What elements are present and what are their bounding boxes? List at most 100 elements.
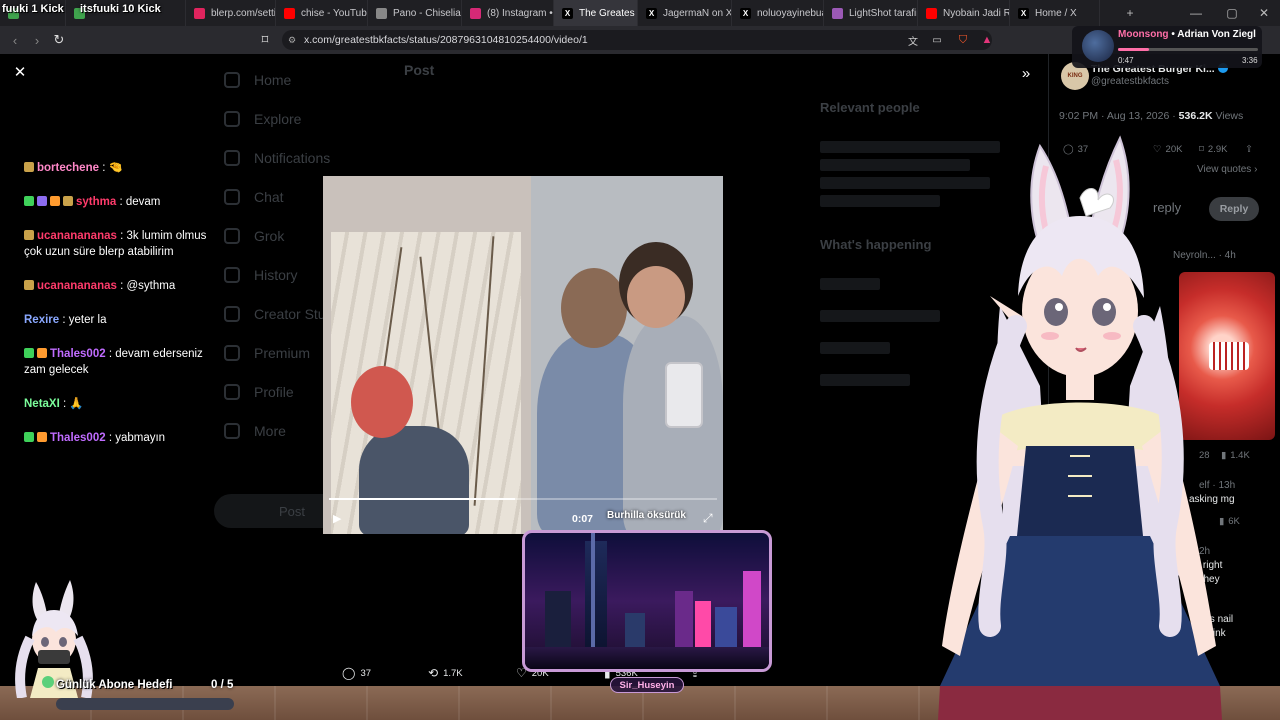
chat-username[interactable]: bortechene xyxy=(37,162,99,174)
chat-message: ucananananas : @sythma xyxy=(24,278,224,294)
site-info-icon[interactable]: ⚙ xyxy=(288,35,296,46)
daily-sub-goal-count: 0 / 5 xyxy=(211,679,234,691)
chat-text: devam xyxy=(125,196,161,208)
expand-panel-icon[interactable]: » xyxy=(1016,64,1036,82)
chat-message: ucananananas : 3k lumim olmus çok uzun s… xyxy=(24,230,207,258)
music-duration: 3:36 xyxy=(1242,56,1258,65)
tweet-timestamp: 9:02 PM · Aug 13, 2026 · 536.2K Views xyxy=(1059,110,1244,122)
nav-item: Notifications xyxy=(210,138,380,177)
nav-icon xyxy=(224,149,240,166)
nav-label: Notifications xyxy=(254,149,331,166)
video-progress-bar[interactable] xyxy=(329,498,717,500)
chat-username[interactable]: Thales002 xyxy=(50,348,106,360)
reload-icon[interactable]: ↻ xyxy=(48,29,70,51)
browser-tab[interactable]: chise - YouTube xyxy=(276,0,368,26)
video-player[interactable]: ▶ 0:07 Burhilla öksürük ⤢ xyxy=(323,176,723,534)
chat-badge-icon xyxy=(37,196,47,206)
stream-screen: blerp.com/settin chise - YouTube Pano - Ch… xyxy=(0,0,1280,720)
tab-label: Nyobain Jadi Ric xyxy=(943,7,1009,19)
share-icon[interactable]: ⇪ xyxy=(1245,144,1253,155)
tab-label: JagermaN on X xyxy=(663,7,732,19)
now-playing-widget: Moonsong • Adrian Von Ziegl 0:47 3:36 xyxy=(1072,26,1262,68)
chat-username[interactable]: Thales002 xyxy=(50,432,106,444)
music-album-art xyxy=(1082,30,1114,62)
author-handle[interactable]: @greatestbkfacts xyxy=(1091,76,1169,87)
fullscreen-icon[interactable]: ⤢ xyxy=(703,511,713,526)
translate-icon[interactable]: 文 xyxy=(902,29,924,51)
nav-icon xyxy=(224,110,240,127)
chat-badge-icon xyxy=(24,162,34,172)
tab-favicon-icon: X xyxy=(740,7,751,19)
chat-text: @sythma xyxy=(126,280,176,292)
browser-tab[interactable]: X JagermaN on X xyxy=(638,0,732,26)
chat-badge-icon xyxy=(50,196,60,206)
address-bar[interactable]: ⚙ x.com/greatestbkfacts/status/208796310… xyxy=(282,30,992,50)
nav-icon xyxy=(224,227,240,244)
daily-sub-goal-bar xyxy=(56,698,234,710)
bookmark-icon[interactable]: ⌑ xyxy=(254,29,276,51)
music-elapsed: 0:47 xyxy=(1118,56,1134,65)
tab-favicon-icon: X xyxy=(562,7,573,19)
rewards-icon[interactable]: ▲ xyxy=(976,29,998,51)
nav-item: Explore xyxy=(210,99,380,138)
browser-tab[interactable]: blerp.com/settin xyxy=(186,0,276,26)
reply-action[interactable]: ◯ 37 xyxy=(342,666,371,680)
browser-tab[interactable]: Nyobain Jadi Ric xyxy=(918,0,1010,26)
vtuber-avatar xyxy=(938,135,1222,720)
chat-emote-icon: 🤏 xyxy=(108,162,123,174)
chat-badge-icon xyxy=(24,230,34,240)
new-tab-button[interactable]: + xyxy=(1114,0,1146,26)
chat-badge-icon xyxy=(24,280,34,290)
chat-username[interactable]: NetaXI xyxy=(24,398,60,410)
play-icon[interactable]: ▶ xyxy=(333,512,347,526)
now-playing-title: Moonsong • Adrian Von Ziegl xyxy=(1118,29,1256,40)
chat-badge-icon xyxy=(37,348,47,358)
maximize-icon[interactable]: ▢ xyxy=(1216,0,1248,26)
repost-action[interactable]: ⟲ 1.7K xyxy=(428,666,463,680)
url-text: x.com/greatestbkfacts/status/20879631048… xyxy=(304,34,588,46)
nav-icon xyxy=(224,422,240,439)
phone-in-video xyxy=(665,362,703,428)
browser-tab[interactable]: Xnoluoyayinebuar xyxy=(732,0,824,26)
minimize-icon[interactable]: — xyxy=(1180,0,1212,26)
kick-goal-overlay-1: fuuki 1 Kick xyxy=(2,3,64,15)
reply-icon: ◯ xyxy=(342,666,356,680)
chat-username[interactable]: Rexire xyxy=(24,314,59,326)
nav-icon xyxy=(224,266,240,283)
back-arrow-icon[interactable]: ‹ xyxy=(4,29,26,51)
tab-favicon-icon xyxy=(376,7,387,19)
repost-icon: ⟲ xyxy=(428,666,439,680)
browser-tab[interactable]: (8) Instagram • M xyxy=(462,0,554,26)
video-time: 0:07 xyxy=(572,513,594,525)
brave-shield-icon[interactable]: ⛉ xyxy=(952,29,974,51)
chat-badge-icon xyxy=(24,348,34,358)
chat-username[interactable]: ucananananas xyxy=(37,280,117,292)
stream-chat: bortechene : 🤏 sythma : devam ucananananas… xyxy=(24,160,224,464)
close-media-icon[interactable]: ✕ xyxy=(12,64,28,81)
tab-label: chise - YouTube xyxy=(301,7,368,19)
chat-message: bortechene : 🤏 xyxy=(24,160,224,176)
nav-icon xyxy=(224,344,240,361)
nav-label: Home xyxy=(254,71,292,88)
tab-label: (8) Instagram • M xyxy=(487,7,553,19)
blerp-sound-toast: Burhilla öksürük xyxy=(607,510,686,521)
browser-tab[interactable]: Pano - Chiselia xyxy=(368,0,462,26)
nav-icon xyxy=(224,383,240,400)
cast-icon[interactable]: ▭ xyxy=(926,29,948,51)
browser-tab[interactable]: LightShot tarafin xyxy=(824,0,918,26)
chat-username[interactable]: sythma xyxy=(76,196,116,208)
close-window-icon[interactable]: ✕ xyxy=(1248,0,1280,26)
browser-tab[interactable]: X Home / X xyxy=(1010,0,1100,26)
tab-favicon-icon xyxy=(470,7,481,19)
chat-message: Rexire : yeter la xyxy=(24,314,107,326)
chat-username[interactable]: ucananananas xyxy=(37,230,117,242)
chat-message: Thales002 : devam ederseniz zam gelecek xyxy=(24,348,203,376)
browser-tab[interactable]: XThe Greates✕ xyxy=(554,0,638,26)
relevant-people-heading: Relevant people xyxy=(820,100,920,115)
chat-message: sythma : devam xyxy=(24,194,224,210)
chat-message: NetaXI : 🙏 xyxy=(24,398,84,410)
kick-goal-overlay-2: itsfuuki 10 Kick xyxy=(80,3,161,15)
tab-favicon-icon xyxy=(194,7,205,19)
post-header: Post xyxy=(404,62,435,78)
forward-arrow-icon[interactable]: › xyxy=(26,29,48,51)
